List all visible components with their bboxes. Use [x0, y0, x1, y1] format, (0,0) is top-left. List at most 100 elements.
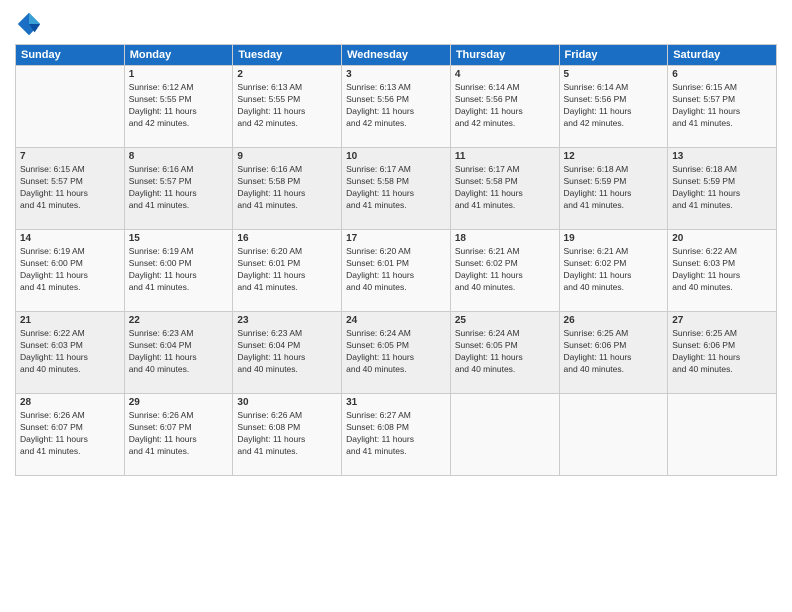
day-number: 10	[346, 151, 446, 162]
col-header-thursday: Thursday	[450, 45, 559, 66]
day-number: 31	[346, 397, 446, 408]
day-cell	[16, 66, 125, 148]
day-cell: 1 Sunrise: 6:12 AM Sunset: 5:55 PM Daylig…	[124, 66, 233, 148]
day-number: 27	[672, 315, 772, 326]
col-header-monday: Monday	[124, 45, 233, 66]
col-header-friday: Friday	[559, 45, 668, 66]
day-info: Sunrise: 6:20 AM Sunset: 6:01 PM Dayligh…	[237, 246, 337, 294]
day-cell: 29 Sunrise: 6:26 AM Sunset: 6:07 PM Dayli…	[124, 394, 233, 476]
day-number: 11	[455, 151, 555, 162]
day-info: Sunrise: 6:25 AM Sunset: 6:06 PM Dayligh…	[564, 328, 664, 376]
day-info: Sunrise: 6:17 AM Sunset: 5:58 PM Dayligh…	[346, 164, 446, 212]
day-cell: 22Sunrise: 6:23 AM Sunset: 6:04 PM Dayli…	[124, 312, 233, 394]
day-number: 20	[672, 233, 772, 244]
day-cell: 16 Sunrise: 6:20 AM Sunset: 6:01 PM Dayli…	[233, 230, 342, 312]
day-number: 5	[564, 69, 664, 80]
day-info: Sunrise: 6:15 AM Sunset: 5:57 PM Dayligh…	[20, 164, 120, 212]
day-cell: 17Sunrise: 6:20 AM Sunset: 6:01 PM Dayli…	[342, 230, 451, 312]
day-cell: 26Sunrise: 6:25 AM Sunset: 6:06 PM Dayli…	[559, 312, 668, 394]
day-info: Sunrise: 6:14 AM Sunset: 5:56 PM Dayligh…	[564, 82, 664, 130]
day-info: Sunrise: 6:16 AM Sunset: 5:57 PM Dayligh…	[129, 164, 229, 212]
day-number: 12	[564, 151, 664, 162]
day-number: 23	[237, 315, 337, 326]
day-info: Sunrise: 6:13 AM Sunset: 5:55 PM Dayligh…	[237, 82, 337, 130]
week-row-1: 7 Sunrise: 6:15 AM Sunset: 5:57 PM Daylig…	[16, 148, 777, 230]
day-cell: 30 Sunrise: 6:26 AM Sunset: 6:08 PM Dayli…	[233, 394, 342, 476]
day-info: Sunrise: 6:27 AM Sunset: 6:08 PM Dayligh…	[346, 410, 446, 458]
day-cell: 19 Sunrise: 6:21 AM Sunset: 6:02 PM Dayli…	[559, 230, 668, 312]
day-cell: 27 Sunrise: 6:25 AM Sunset: 6:06 PM Dayli…	[668, 312, 777, 394]
day-info: Sunrise: 6:24 AM Sunset: 6:05 PM Dayligh…	[455, 328, 555, 376]
col-header-wednesday: Wednesday	[342, 45, 451, 66]
day-cell: 7 Sunrise: 6:15 AM Sunset: 5:57 PM Daylig…	[16, 148, 125, 230]
day-cell: 9Sunrise: 6:16 AM Sunset: 5:58 PM Daylig…	[233, 148, 342, 230]
day-info: Sunrise: 6:26 AM Sunset: 6:08 PM Dayligh…	[237, 410, 337, 458]
week-row-3: 21 Sunrise: 6:22 AM Sunset: 6:03 PM Dayli…	[16, 312, 777, 394]
day-number: 14	[20, 233, 120, 244]
day-info: Sunrise: 6:23 AM Sunset: 6:04 PM Dayligh…	[129, 328, 229, 376]
day-number: 2	[237, 69, 337, 80]
day-info: Sunrise: 6:17 AM Sunset: 5:58 PM Dayligh…	[455, 164, 555, 212]
header-row: SundayMondayTuesdayWednesdayThursdayFrid…	[16, 45, 777, 66]
day-number: 1	[129, 69, 229, 80]
day-cell	[450, 394, 559, 476]
day-cell: 10 Sunrise: 6:17 AM Sunset: 5:58 PM Dayli…	[342, 148, 451, 230]
page: SundayMondayTuesdayWednesdayThursdayFrid…	[0, 0, 792, 612]
day-info: Sunrise: 6:15 AM Sunset: 5:57 PM Dayligh…	[672, 82, 772, 130]
day-info: Sunrise: 6:13 AM Sunset: 5:56 PM Dayligh…	[346, 82, 446, 130]
day-number: 19	[564, 233, 664, 244]
day-cell: 20Sunrise: 6:22 AM Sunset: 6:03 PM Dayli…	[668, 230, 777, 312]
day-info: Sunrise: 6:12 AM Sunset: 5:55 PM Dayligh…	[129, 82, 229, 130]
day-info: Sunrise: 6:22 AM Sunset: 6:03 PM Dayligh…	[20, 328, 120, 376]
day-cell: 28 Sunrise: 6:26 AM Sunset: 6:07 PM Dayli…	[16, 394, 125, 476]
day-info: Sunrise: 6:26 AM Sunset: 6:07 PM Dayligh…	[20, 410, 120, 458]
day-cell: 12 Sunrise: 6:18 AM Sunset: 5:59 PM Dayli…	[559, 148, 668, 230]
day-info: Sunrise: 6:26 AM Sunset: 6:07 PM Dayligh…	[129, 410, 229, 458]
day-info: Sunrise: 6:21 AM Sunset: 6:02 PM Dayligh…	[564, 246, 664, 294]
day-info: Sunrise: 6:21 AM Sunset: 6:02 PM Dayligh…	[455, 246, 555, 294]
day-cell	[559, 394, 668, 476]
day-cell: 5 Sunrise: 6:14 AM Sunset: 5:56 PM Daylig…	[559, 66, 668, 148]
day-cell: 3 Sunrise: 6:13 AM Sunset: 5:56 PM Daylig…	[342, 66, 451, 148]
day-cell: 25Sunrise: 6:24 AM Sunset: 6:05 PM Dayli…	[450, 312, 559, 394]
day-info: Sunrise: 6:18 AM Sunset: 5:59 PM Dayligh…	[564, 164, 664, 212]
day-number: 18	[455, 233, 555, 244]
day-cell: 13Sunrise: 6:18 AM Sunset: 5:59 PM Dayli…	[668, 148, 777, 230]
day-number: 6	[672, 69, 772, 80]
day-info: Sunrise: 6:20 AM Sunset: 6:01 PM Dayligh…	[346, 246, 446, 294]
day-cell: 31 Sunrise: 6:27 AM Sunset: 6:08 PM Dayli…	[342, 394, 451, 476]
day-cell	[668, 394, 777, 476]
day-number: 28	[20, 397, 120, 408]
week-row-4: 28 Sunrise: 6:26 AM Sunset: 6:07 PM Dayli…	[16, 394, 777, 476]
calendar-table: SundayMondayTuesdayWednesdayThursdayFrid…	[15, 44, 777, 476]
day-number: 16	[237, 233, 337, 244]
day-cell: 21 Sunrise: 6:22 AM Sunset: 6:03 PM Dayli…	[16, 312, 125, 394]
week-row-0: 1 Sunrise: 6:12 AM Sunset: 5:55 PM Daylig…	[16, 66, 777, 148]
day-info: Sunrise: 6:23 AM Sunset: 6:04 PM Dayligh…	[237, 328, 337, 376]
col-header-tuesday: Tuesday	[233, 45, 342, 66]
week-row-2: 14 Sunrise: 6:19 AM Sunset: 6:00 PM Dayli…	[16, 230, 777, 312]
day-cell: 18 Sunrise: 6:21 AM Sunset: 6:02 PM Dayli…	[450, 230, 559, 312]
day-number: 8	[129, 151, 229, 162]
day-number: 4	[455, 69, 555, 80]
day-cell: 24 Sunrise: 6:24 AM Sunset: 6:05 PM Dayli…	[342, 312, 451, 394]
day-number: 7	[20, 151, 120, 162]
logo	[15, 10, 47, 38]
day-number: 13	[672, 151, 772, 162]
day-number: 15	[129, 233, 229, 244]
day-cell: 14 Sunrise: 6:19 AM Sunset: 6:00 PM Dayli…	[16, 230, 125, 312]
day-number: 29	[129, 397, 229, 408]
day-cell: 11 Sunrise: 6:17 AM Sunset: 5:58 PM Dayli…	[450, 148, 559, 230]
col-header-sunday: Sunday	[16, 45, 125, 66]
day-number: 24	[346, 315, 446, 326]
day-info: Sunrise: 6:25 AM Sunset: 6:06 PM Dayligh…	[672, 328, 772, 376]
day-number: 3	[346, 69, 446, 80]
day-cell: 6 Sunrise: 6:15 AM Sunset: 5:57 PM Daylig…	[668, 66, 777, 148]
day-info: Sunrise: 6:24 AM Sunset: 6:05 PM Dayligh…	[346, 328, 446, 376]
col-header-saturday: Saturday	[668, 45, 777, 66]
header	[15, 10, 777, 38]
day-number: 30	[237, 397, 337, 408]
day-cell: 8 Sunrise: 6:16 AM Sunset: 5:57 PM Daylig…	[124, 148, 233, 230]
day-number: 21	[20, 315, 120, 326]
day-info: Sunrise: 6:19 AM Sunset: 6:00 PM Dayligh…	[20, 246, 120, 294]
